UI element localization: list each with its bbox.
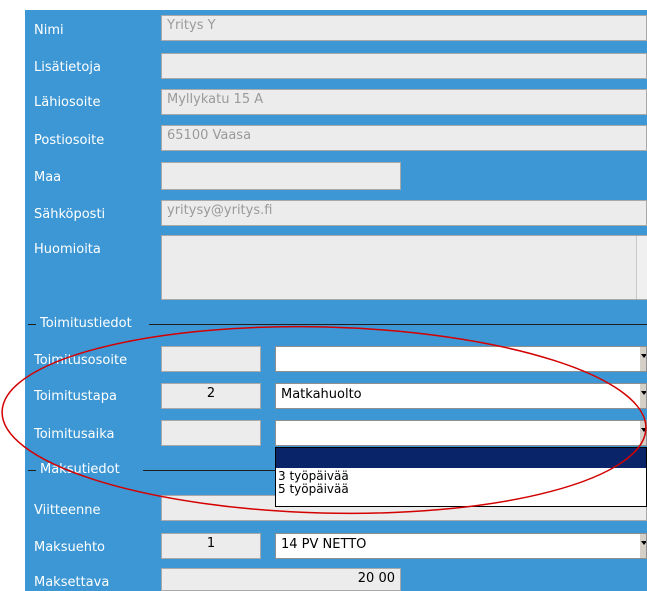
form-window: Nimi Yritys Y Lisätietoja Lähiosoite Myl… [0, 0, 647, 591]
annotation-ellipse [1, 325, 647, 515]
